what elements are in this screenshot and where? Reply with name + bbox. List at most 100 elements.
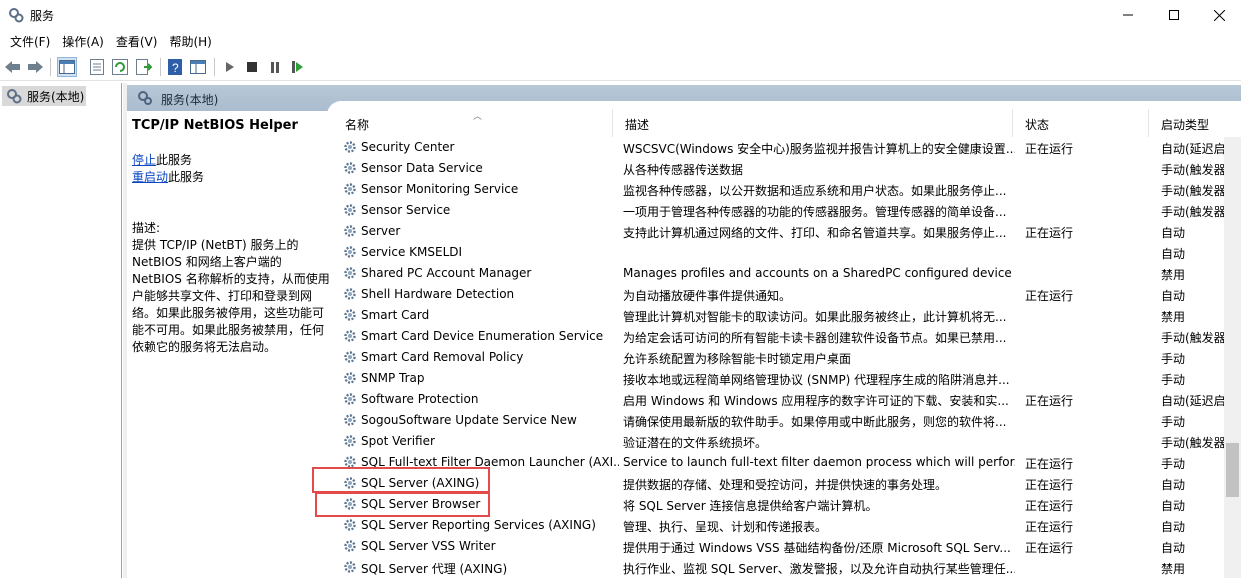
maximize-button[interactable]: [1151, 0, 1197, 30]
properties-button[interactable]: [87, 57, 107, 77]
show-console-tree-button[interactable]: [57, 57, 77, 77]
export-list-icon: [136, 59, 152, 75]
service-gear-icon: [344, 561, 356, 573]
service-row[interactable]: Sensor Monitoring Service 监视各种传感器，以公开数据和适…: [333, 179, 1241, 200]
service-gear-icon: [344, 309, 356, 321]
service-row[interactable]: Security Center WSCSVC(Windows 安全中心)服务监视并…: [333, 137, 1241, 158]
column-header-name[interactable]: 名称 ︿: [333, 109, 613, 137]
service-row[interactable]: Sensor Data Service 从各种传感器传送数据 手动(触发器: [333, 158, 1241, 179]
minimize-button[interactable]: [1105, 0, 1151, 30]
service-status: 正在运行: [1025, 394, 1074, 408]
service-name: Security Center: [361, 140, 455, 154]
services-gear-icon: [7, 89, 22, 104]
service-status: 正在运行: [1025, 541, 1074, 555]
column-header-startup[interactable]: 启动类型: [1149, 109, 1241, 137]
export-list-button[interactable]: [134, 57, 154, 77]
service-row[interactable]: SogouSoftware Update Service New 请确保使用最新版…: [333, 410, 1241, 431]
menu-bar: 文件(F) 操作(A) 查看(V) 帮助(H): [0, 30, 1241, 52]
service-name: SQL Server 代理 (AXING): [361, 562, 508, 576]
restart-service-link[interactable]: 重启动: [132, 170, 168, 184]
toolbar-separator: [50, 58, 51, 76]
service-status: 正在运行: [1025, 289, 1074, 303]
service-row[interactable]: Server 支持此计算机通过网络的文件、打印、和命名管道共享。如果服务停止...…: [333, 221, 1241, 242]
column-header-description[interactable]: 描述: [613, 109, 1013, 137]
service-description: 提供用于通过 Windows VSS 基础结构备份/还原 Microsoft S…: [623, 541, 1011, 555]
service-row[interactable]: SQL Server VSS Writer 提供用于通过 Windows VSS …: [333, 536, 1241, 557]
description-line: 络。如果此服务被停用，这些功能可: [132, 306, 325, 320]
service-name: Smart Card: [361, 308, 430, 322]
service-description: 管理此计算机对智能卡的取读访问。如果此服务被终止，此计算机将无...: [623, 310, 1007, 324]
column-startup-label: 启动类型: [1161, 118, 1210, 132]
console-tree-icon: [59, 60, 75, 74]
highlight-box-sql-server: [312, 467, 490, 493]
service-row[interactable]: Software Protection 启用 Windows 和 Windows …: [333, 389, 1241, 410]
menu-file[interactable]: 文件(F): [4, 30, 56, 52]
service-gear-icon: [344, 183, 356, 195]
service-row[interactable]: Shell Hardware Detection 为自动播放硬件事件提供通知。 正在…: [333, 284, 1241, 305]
service-gear-icon: [344, 372, 356, 384]
menu-help[interactable]: 帮助(H): [163, 30, 217, 52]
toolbar-separator: [160, 58, 161, 76]
service-description: 支持此计算机通过网络的文件、打印、和命名管道共享。如果服务停止...: [623, 226, 1007, 240]
forward-button[interactable]: [25, 57, 45, 77]
restart-service-button[interactable]: [288, 57, 308, 77]
extended-view-button[interactable]: [188, 57, 208, 77]
service-gear-icon: [344, 393, 356, 405]
selected-service-title: TCP/IP NetBIOS Helper: [132, 118, 298, 133]
service-description: 监视各种传感器，以公开数据和适应系统和用户状态。如果此服务停止...: [623, 184, 1007, 198]
search-services-icon: [138, 91, 152, 105]
stop-service-link[interactable]: 停止: [132, 153, 156, 167]
service-status: 正在运行: [1025, 142, 1074, 156]
service-name: SogouSoftware Update Service New: [361, 413, 577, 427]
service-row[interactable]: SQL Server Reporting Services (AXING) 管理、…: [333, 515, 1241, 536]
sort-ascending-icon: ︿: [473, 112, 483, 122]
service-description: 将 SQL Server 连接信息提供给客户端计算机。: [623, 499, 878, 513]
service-row[interactable]: Sensor Service 一项用于管理各种传感器的功能的传感器服务。管理传感器…: [333, 200, 1241, 221]
service-row[interactable]: Shared PC Account Manager Manages profile…: [333, 263, 1241, 284]
refresh-button[interactable]: [110, 57, 130, 77]
window-title: 服务: [30, 9, 55, 23]
service-row[interactable]: Smart Card Device Enumeration Service 为给定…: [333, 326, 1241, 347]
minimize-icon: [1123, 14, 1133, 16]
service-row[interactable]: Smart Card Removal Policy 允许系统配置为移除智能卡时锁定…: [333, 347, 1241, 368]
services-gear-icon: [9, 8, 24, 23]
service-description: 管理、执行、呈现、计划和传递报表。: [623, 520, 828, 534]
service-name: SQL Server VSS Writer: [361, 539, 496, 553]
restart-action: 重启动此服务: [132, 169, 332, 186]
service-row[interactable]: Smart Card 管理此计算机对智能卡的取读访问。如果此服务被终止，此计算机将…: [333, 305, 1241, 326]
close-button[interactable]: [1196, 0, 1241, 30]
service-status: 正在运行: [1025, 457, 1074, 471]
description-line: 能不可用。如果此服务被禁用，任何: [132, 323, 325, 337]
description-line: 提供 TCP/IP (NetBT) 服务上的: [132, 238, 299, 252]
vertical-scrollbar[interactable]: [1224, 137, 1241, 578]
service-gear-icon: [344, 225, 356, 237]
menu-action[interactable]: 操作(A): [56, 30, 110, 52]
help-button[interactable]: ?: [165, 57, 185, 77]
description-line: 户能够共享文件、打印和登录到网: [132, 289, 313, 303]
close-icon: [1213, 9, 1225, 21]
service-description: Manages profiles and accounts on a Share…: [623, 266, 1012, 280]
pause-service-button[interactable]: [265, 57, 285, 77]
services-window: 服务 文件(F) 操作(A) 查看(V) 帮助(H) ? 服务(本地) 服务(本…: [0, 0, 1241, 578]
service-description: 一项用于管理各种传感器的功能的传感器服务。管理传感器的简单设备...: [623, 205, 1007, 219]
stop-icon: [247, 62, 257, 72]
scrollbar-thumb[interactable]: [1226, 443, 1239, 497]
service-gear-icon: [344, 414, 356, 426]
start-service-button[interactable]: [220, 57, 240, 77]
service-name: Smart Card Device Enumeration Service: [361, 329, 604, 343]
service-gear-icon: [344, 519, 356, 531]
back-button[interactable]: [3, 57, 23, 77]
stop-service-button[interactable]: [242, 57, 262, 77]
service-description: 启用 Windows 和 Windows 应用程序的数字许可证的下载、安装和实.…: [623, 394, 1009, 408]
stop-suffix: 此服务: [156, 153, 193, 167]
service-row[interactable]: SNMP Trap 接收本地或远程简单网络管理协议 (SNMP) 代理程序生成的陷…: [333, 368, 1241, 389]
tree-item-services-local[interactable]: 服务(本地): [2, 86, 86, 106]
service-row[interactable]: Service KMSELDI 自动: [333, 242, 1241, 263]
service-row[interactable]: Spot Verifier 验证潜在的文件系统损坏。 手动(触发器: [333, 431, 1241, 452]
menu-view[interactable]: 查看(V): [110, 30, 164, 52]
description-label: 描述:: [132, 221, 161, 235]
service-name: Sensor Service: [361, 203, 451, 217]
service-gear-icon: [344, 351, 356, 363]
column-header-status[interactable]: 状态: [1013, 109, 1149, 137]
service-row[interactable]: SQL Server 代理 (AXING) 执行作业、监视 SQL Server、…: [333, 557, 1241, 578]
